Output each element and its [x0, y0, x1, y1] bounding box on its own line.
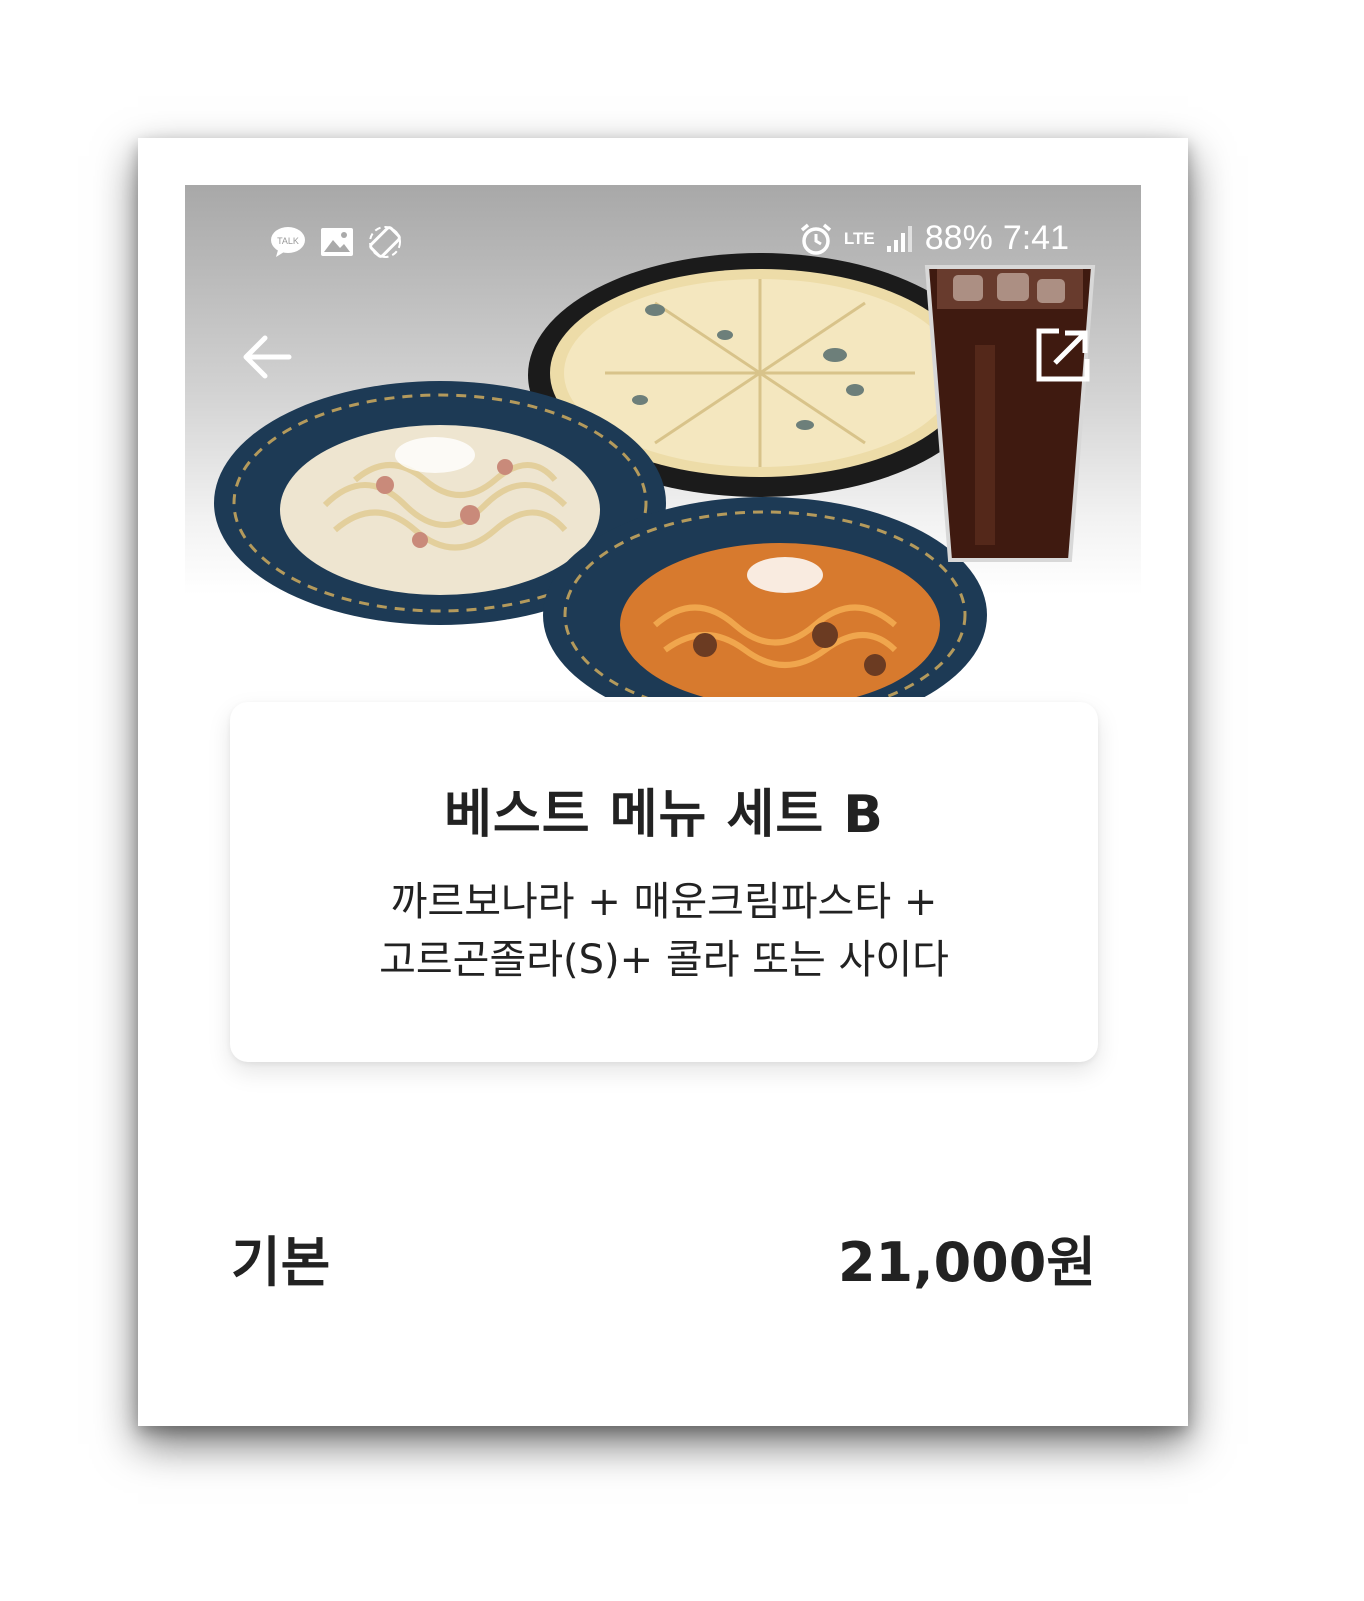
description-line-2: 고르곤졸라(S)+ 콜라 또는 사이다 — [379, 937, 949, 983]
status-time: 7:41 — [1002, 219, 1069, 257]
svg-text:TALK: TALK — [277, 236, 299, 246]
price-label: 기본 — [231, 1231, 331, 1294]
arrow-left-icon — [243, 335, 292, 379]
product-title: 베스트 메뉴 세트 B — [444, 785, 884, 845]
share-button[interactable] — [1033, 325, 1093, 385]
product-info-panel: 베스트 메뉴 세트 B 까르보나라 + 매운크림파스타 + 고르곤졸라(S)+ … — [230, 702, 1098, 1062]
signal-icon — [886, 225, 912, 252]
product-description: 까르보나라 + 매운크림파스타 + 고르곤졸라(S)+ 콜라 또는 사이다 — [304, 873, 1024, 989]
rotate-icon — [369, 226, 401, 258]
back-button[interactable] — [237, 327, 297, 387]
status-bar: TALK LTE 88% 7:41 — [185, 215, 1141, 265]
share-external-icon — [1036, 328, 1090, 382]
description-line-1: 까르보나라 + 매운크림파스타 + — [390, 879, 938, 925]
product-card: TALK LTE 88% 7:41 베스트 메뉴 세트 B 까르보나라 + 매운… — [138, 138, 1188, 1426]
image-icon — [321, 228, 353, 256]
talk-icon: TALK — [271, 227, 305, 257]
price-option-row[interactable]: 기본 21,000원 — [231, 1218, 1096, 1297]
price-value: 21,000원 — [837, 1231, 1096, 1294]
alarm-icon — [800, 223, 832, 255]
battery-level: 88% — [924, 219, 993, 257]
network-indicator: LTE — [843, 229, 875, 248]
product-image: TALK LTE 88% 7:41 — [185, 185, 1141, 697]
cola-glass — [924, 265, 1096, 562]
